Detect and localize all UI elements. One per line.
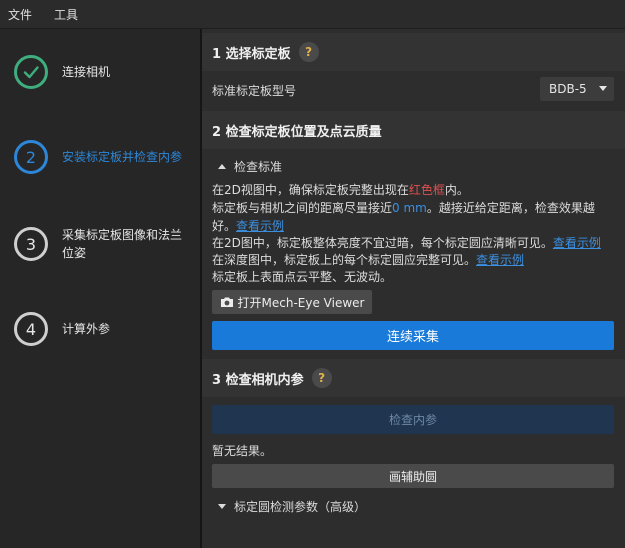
camera-icon: [220, 297, 233, 307]
section-2-header: 2 检查标定板位置及点云质量: [202, 111, 625, 149]
draw-circle-button[interactable]: 画辅助圆: [212, 464, 614, 488]
criteria-line-1: 在2D视图中，确保标定板完整出现在红色框内。: [212, 182, 469, 198]
menu-tools[interactable]: 工具: [54, 6, 78, 23]
step-3-number: 3: [14, 227, 48, 261]
step-4-label: 计算外参: [62, 322, 111, 336]
continuous-capture-label: 连续采集: [386, 330, 439, 345]
step-2-number: 2: [14, 140, 48, 174]
result-text: 暂无结果。: [212, 444, 273, 458]
step-1[interactable]: 连接相机: [14, 55, 188, 89]
check-icon: [14, 55, 48, 89]
section-3-title: 3 检查相机内参: [212, 372, 304, 388]
section-3-header: 3 检查相机内参 ?: [202, 359, 625, 397]
step-2[interactable]: 2 安装标定板并检查内参: [14, 140, 188, 174]
board-model-select[interactable]: BDB-5: [540, 77, 614, 101]
criteria-text: 标定板与相机之间的距离尽量接近: [212, 201, 393, 215]
section-1-title: 1 选择标定板: [212, 46, 291, 62]
continuous-capture-button[interactable]: 连续采集: [212, 321, 614, 350]
criteria-text: 在深度图中，标定板上的每个标定圆应完整可见。: [212, 253, 477, 267]
red-frame-text: 红色框: [408, 183, 445, 197]
step-3-label: 采集标定板图像和法兰位姿: [62, 228, 183, 260]
menu-bar: 文件 工具: [0, 0, 625, 28]
distance-value: 0 mm: [392, 201, 427, 215]
criteria-line-4: 在2D图中，标定板整体亮度不宜过暗，每个标定圆应清晰可见。查看示例: [212, 235, 601, 251]
help-icon[interactable]: ?: [298, 42, 319, 62]
step-4[interactable]: 4 计算外参: [14, 312, 188, 346]
criteria-line-5: 在深度图中，标定板上的每个标定圆应完整可见。查看示例: [212, 252, 524, 268]
open-viewer-button[interactable]: 打开Mech-Eye Viewer: [212, 290, 372, 314]
advanced-params-toggle[interactable]: 标定圆检测参数（高级）: [218, 498, 366, 515]
criteria-text: 在2D图中，标定板整体亮度不宜过暗，每个标定圆应清晰可见。: [212, 236, 553, 250]
step-sidebar: 连接相机 2 安装标定板并检查内参 3 采集标定板图像和法兰位姿 4 计算外参: [0, 29, 200, 548]
section-1-header: 1 选择标定板 ?: [202, 33, 625, 71]
open-viewer-label: 打开Mech-Eye Viewer: [237, 295, 365, 310]
view-example-link[interactable]: 查看示例: [553, 236, 601, 250]
criteria-text: 在2D视图中，确保标定板完整出现在: [212, 183, 409, 197]
step-4-number: 4: [14, 312, 48, 346]
advanced-params-label: 标定圆检测参数（高级）: [234, 500, 367, 514]
criteria-text: 。越接近给定距离，检查效果越: [426, 201, 595, 215]
criteria-line-3: 好。查看示例: [212, 218, 284, 234]
criteria-line-6: 标定板上表面点云平整、无波动。: [212, 270, 393, 284]
criteria-toggle[interactable]: 检查标准: [218, 158, 282, 175]
criteria-text: 好。: [212, 219, 237, 233]
help-icon[interactable]: ?: [311, 368, 332, 388]
step-2-label: 安装标定板并检查内参: [62, 150, 183, 164]
expand-icon: [218, 504, 226, 509]
view-example-link[interactable]: 查看示例: [476, 253, 524, 267]
step-3[interactable]: 3 采集标定板图像和法兰位姿: [14, 226, 188, 262]
view-example-link[interactable]: 查看示例: [236, 219, 284, 233]
check-intrinsics-button[interactable]: 检查内参: [212, 405, 614, 434]
criteria-text: 内。: [444, 183, 469, 197]
chevron-down-icon: [599, 86, 607, 91]
check-intrinsics-label: 检查内参: [388, 413, 437, 427]
criteria-line-2: 标定板与相机之间的距离尽量接近0 mm。越接近给定距离，检查效果越: [212, 200, 595, 216]
board-model-label: 标准标定板型号: [212, 84, 297, 98]
criteria-toggle-label: 检查标准: [234, 160, 283, 174]
step-1-label: 连接相机: [62, 65, 111, 79]
draw-circle-label: 画辅助圆: [388, 469, 437, 484]
section-2-title: 2 检查标定板位置及点云质量: [212, 124, 382, 140]
main-panel: 1 选择标定板 ? 标准标定板型号 BDB-5 2 检查标定板位置及点云质量 检…: [202, 29, 625, 548]
menu-file[interactable]: 文件: [8, 6, 32, 23]
board-model-value: BDB-5: [549, 82, 587, 96]
collapse-icon: [218, 164, 226, 169]
